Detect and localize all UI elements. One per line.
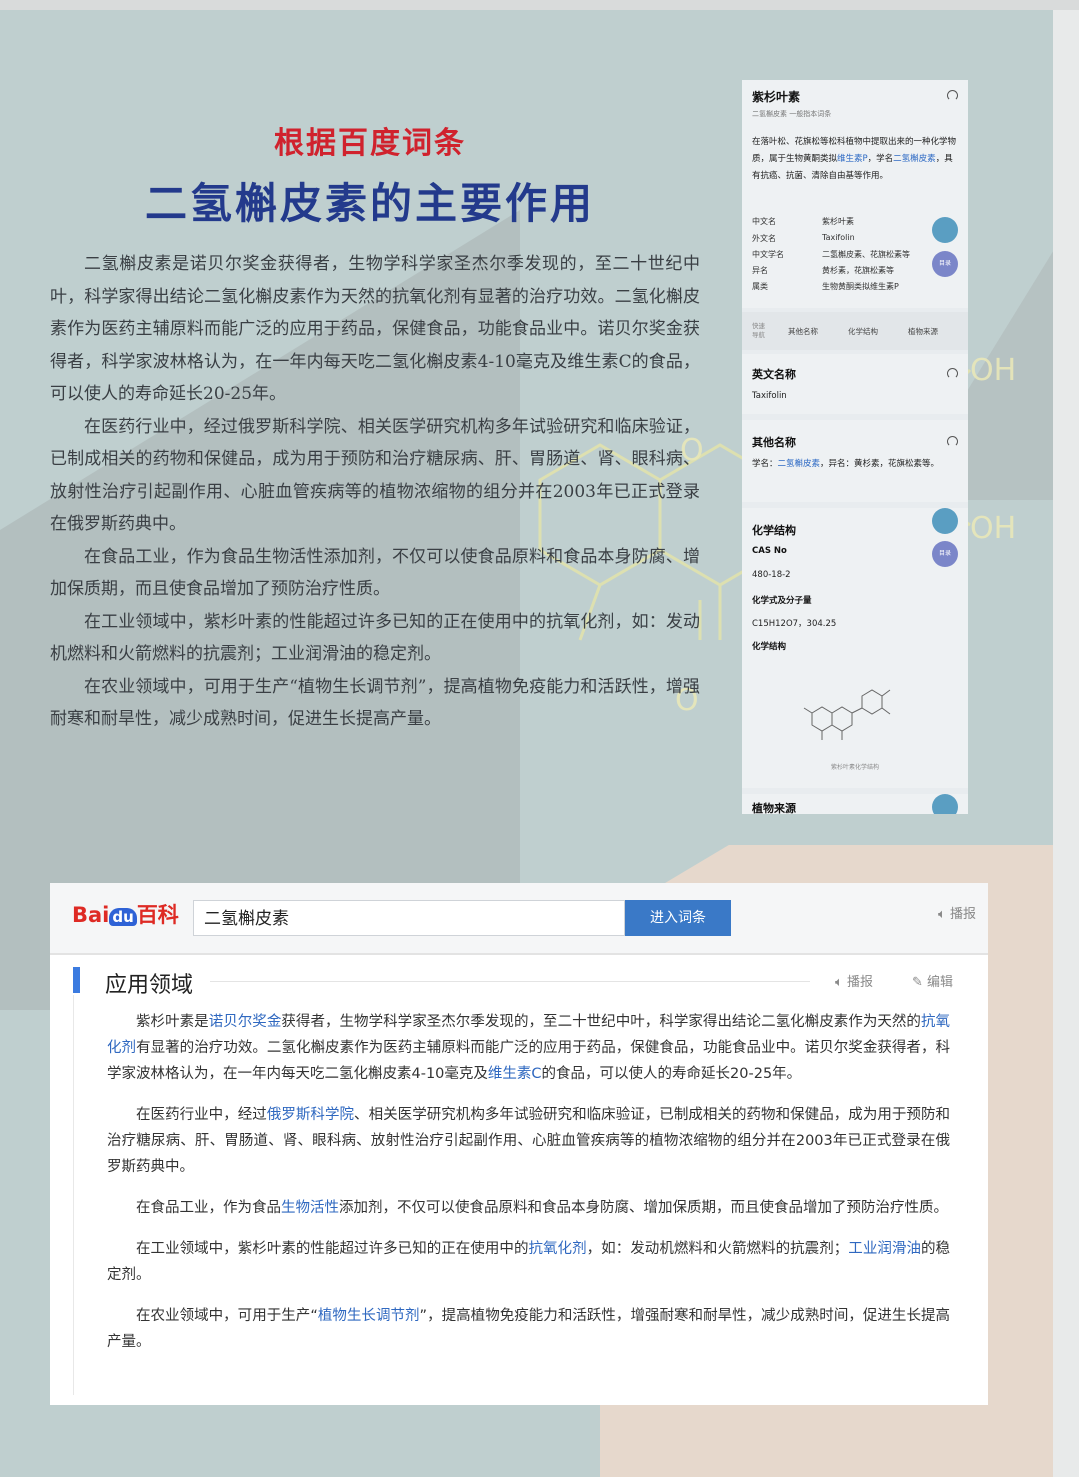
baike-paragraph: 在医药行业中，经过俄罗斯科学院、相关医学研究机构多年试验研究和临床验证，已制成相… [107,1107,950,1175]
toc-button[interactable]: 目录 [932,541,958,567]
article-paragraph: 在食品工业，作为食品生物活性添加剂，不仅可以使食品原料和食品本身防腐、增加保质期… [50,546,700,600]
speaker-icon: 🔈︎ [938,907,950,922]
quick-nav-label: 快速导航 [752,322,765,339]
article-paragraph: 在医药行业中，经过俄罗斯科学院、相关医学研究机构多年试验研究和临床验证，已制成相… [50,416,700,535]
quick-nav-other-names[interactable]: 其他名称 [788,326,818,337]
toc-button[interactable]: 目录 [932,251,958,277]
link-nobel-prize[interactable]: 诺贝尔奖金 [209,1014,282,1030]
share-button[interactable] [932,508,958,534]
formula-value: C15H12O7，304.25 [752,619,837,629]
link-vitamin-c[interactable]: 维生素C [488,1066,542,1082]
baike-paragraph: 在农业领域中，可用于生产“植物生长调节剂”，提高植物免疫能力和活跃性，增强耐寒和… [107,1308,950,1350]
watermark-oh-1: OH [970,353,1016,388]
mobile-baike-screenshot: 紫杉叶素 二氢槲皮素 一般指本词条 在落叶松、花旗松等松科植物中提取出来的一种化… [742,80,968,814]
quick-nav-structure[interactable]: 化学结构 [848,326,878,337]
share-button[interactable] [932,217,958,243]
baike-paragraph: 在食品工业，作为食品生物活性添加剂，不仅可以使食品原料和食品本身防腐、增加保质期… [136,1200,948,1216]
baike-header: Bai du 百科 二氢槲皮素 进入词条 🔈︎ 播报 [50,883,988,955]
link-russian-academy[interactable]: 俄罗斯科学院 [267,1107,354,1123]
info-value: 生物黄酮类拟维生素P [822,282,899,291]
share-button[interactable] [932,794,958,814]
english-name-value: Taxifolin [752,391,787,401]
section-marker [73,967,80,993]
chemical-structure-image [803,689,891,740]
mobile-structure-section: 化学结构 目录 CAS No 480-18-2 化学式及分子量 C15H12O7… [742,508,968,788]
section-edit-button[interactable]: ✎ 编辑 [912,971,953,990]
mobile-entry-summary: 在落叶松、花旗松等松科植物中提取出来的一种化学物质，属于生物黄酮类拟维生素P，学… [752,137,957,181]
link-dihydroquercetin[interactable]: 二氢槲皮素 [778,459,821,469]
quick-nav: 快速导航 其他名称 化学结构 植物来源 [742,312,968,350]
baike-section-body: 紫杉叶素是诺贝尔奖金获得者，生物学科学家圣杰尔季发现的，至二十世纪中叶，科学家得… [107,1009,950,1370]
link-bioactivity[interactable]: 生物活性 [281,1200,339,1216]
mobile-audio-icon[interactable] [947,368,958,379]
baike-paragraph: 在工业领域中，紫杉叶素的性能超过许多已知的正在使用中的抗氧化剂，如：发动机燃料和… [107,1241,951,1283]
other-names-title: 其他名称 [752,436,796,449]
watermark-oh-2: OH [970,511,1016,546]
section-divider [210,981,810,982]
mobile-audio-icon[interactable] [947,436,958,447]
quick-nav-source[interactable]: 植物来源 [908,326,938,337]
cas-label: CAS No [752,546,787,556]
section-title: 应用领域 [105,973,194,998]
mobile-entry-name: 紫杉叶素 [752,90,801,104]
link-industrial-lubricant[interactable]: 工业润滑油 [848,1241,921,1257]
poster-subtitle: 根据百度词条 [274,126,466,161]
pencil-icon: ✎ [912,975,928,990]
info-value: 紫杉叶素 [822,217,854,226]
page-edge [1053,10,1079,1477]
mobile-other-names-section: 其他名称 学名：二氢槲皮素，异名：黄杉素，花旗松素等。 [742,420,968,502]
info-value: 二氢槲皮素、花旗松素等 [822,250,910,259]
english-name-title: 英文名称 [752,368,796,381]
paw-icon: du [109,908,137,926]
mobile-english-name-section: 英文名称 Taxifolin [742,354,968,414]
other-names-text: 学名：二氢槲皮素，异名：黄杉素，花旗松素等。 [752,459,940,469]
info-key: 异名 [752,266,768,275]
info-key: 属类 [752,282,768,291]
article-paragraph: 在工业领域中，紫杉叶素的性能超过许多已知的正在使用中的抗氧化剂，如：发动机燃料和… [50,611,700,665]
structure-label: 化学结构 [752,642,787,652]
article-paragraph: 二氢槲皮素是诺贝尔奖金获得者，生物学科学家圣杰尔季发现的，至二十世纪中叶，科学家… [50,254,700,404]
info-key: 中文学名 [752,250,784,259]
desktop-baike-screenshot: Bai du 百科 二氢槲皮素 进入词条 🔈︎ 播报 应用领域 🔈︎ 播报 ✎ 编辑… [50,883,988,1405]
mobile-entry-tagline: 二氢槲皮素 一般指本词条 [752,110,832,118]
baike-logo[interactable]: Bai du 百科 [72,899,179,929]
link-plant-growth-regulator[interactable]: 植物生长调节剂 [318,1308,420,1324]
mobile-summary-section: 紫杉叶素 二氢槲皮素 一般指本词条 在落叶松、花旗松等松科植物中提取出来的一种化… [742,80,968,308]
mobile-audio-icon[interactable] [947,90,958,101]
structure-title: 化学结构 [752,524,796,537]
link-vitamin-p[interactable]: 维生素P [837,154,868,164]
speaker-icon: 🔈︎ [835,975,847,990]
formula-label: 化学式及分子量 [752,596,812,606]
top-strip [0,0,1079,10]
baike-paragraph: 紫杉叶素是诺贝尔奖金获得者，生物学科学家圣杰尔季发现的，至二十世纪中叶，科学家得… [107,1014,951,1082]
info-value: Taxifolin [822,233,855,242]
plant-source-title: 植物来源 [752,802,796,814]
link-antioxidant[interactable]: 抗氧化剂 [528,1241,586,1257]
search-input[interactable]: 二氢槲皮素 [193,900,625,936]
poster-title: 二氢槲皮素的主要作用 [144,179,595,228]
left-divider [73,995,74,1395]
link-dihydroquercetin[interactable]: 二氢槲皮素 [893,154,936,164]
cas-value: 480-18-2 [752,570,791,580]
article-body: 二氢槲皮素是诺贝尔奖金获得者，生物学科学家圣杰尔季发现的，至二十世纪中叶，科学家… [50,248,700,736]
structure-caption: 紫杉叶素化学结构 [830,764,879,771]
section-play-button[interactable]: 🔈︎ 播报 [835,971,873,990]
info-value: 黄杉素，花旗松素等 [822,266,894,275]
top-play-button[interactable]: 🔈︎ 播报 [938,903,976,922]
enter-entry-button[interactable]: 进入词条 [625,900,731,936]
mobile-plant-source-section: 植物来源 [742,794,968,814]
article-paragraph: 在农业领域中，可用于生产“植物生长调节剂”，提高植物免疫能力和活跃性，增强耐寒和… [50,676,700,730]
info-key: 外文名 [752,234,776,243]
info-key: 中文名 [752,217,776,226]
